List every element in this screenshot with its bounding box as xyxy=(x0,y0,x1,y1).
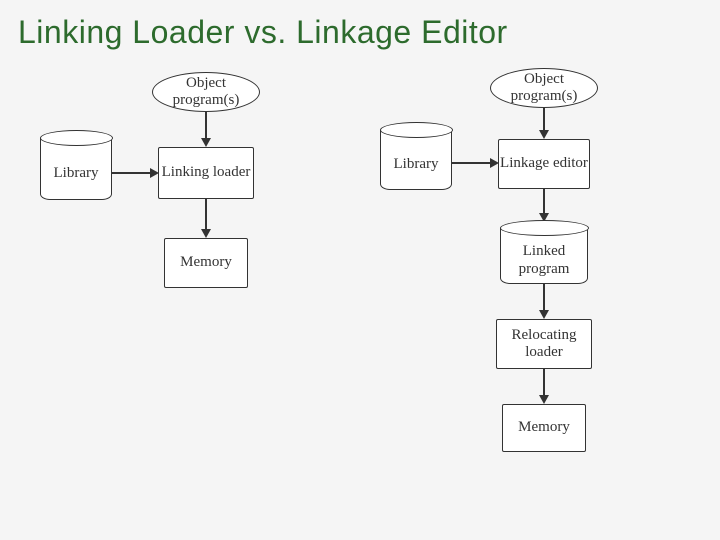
left-memory-label: Memory xyxy=(180,254,232,271)
left-object-oval: Object program(s) xyxy=(152,72,260,112)
right-arrow-obj-to-editor xyxy=(543,108,545,130)
right-memory-label: Memory xyxy=(518,419,570,436)
left-linking-loader-box: Linking loader xyxy=(158,147,254,199)
right-object-oval: Object program(s) xyxy=(490,68,598,108)
left-library-label: Library xyxy=(54,165,99,182)
left-arrowhead-loader-to-memory xyxy=(201,229,211,238)
right-arrow-linked-to-reloc xyxy=(543,284,545,310)
left-arrow-loader-to-memory xyxy=(205,199,207,229)
right-editor-label: Linkage editor xyxy=(500,155,588,172)
right-arrow-editor-to-linked xyxy=(543,189,545,213)
right-linked-label: Linked program xyxy=(501,243,587,278)
right-object-label: Object program(s) xyxy=(491,71,597,106)
right-library-label: Library xyxy=(394,156,439,173)
right-arrow-reloc-to-memory xyxy=(543,369,545,395)
page-title: Linking Loader vs. Linkage Editor xyxy=(0,0,720,51)
left-library-cylinder: Library xyxy=(40,138,112,200)
right-library-cylinder: Library xyxy=(380,130,452,190)
right-memory-box: Memory xyxy=(502,404,586,452)
right-relocating-loader-box: Relocating loader xyxy=(496,319,592,369)
right-linkage-editor-box: Linkage editor xyxy=(498,139,590,189)
right-reloc-label: Relocating loader xyxy=(497,327,591,362)
ghost-text-2 xyxy=(36,290,296,410)
left-arrowhead-obj-to-loader xyxy=(201,138,211,147)
right-arrow-lib-to-editor xyxy=(452,162,490,164)
right-linked-program-cylinder: Linked program xyxy=(500,228,588,284)
right-arrowhead-reloc-to-memory xyxy=(539,395,549,404)
left-arrow-obj-to-loader xyxy=(205,112,207,138)
left-memory-box: Memory xyxy=(164,238,248,288)
right-arrowhead-linked-to-reloc xyxy=(539,310,549,319)
left-loader-label: Linking loader xyxy=(162,164,251,181)
right-arrowhead-obj-to-editor xyxy=(539,130,549,139)
diagram-canvas: Object program(s) Library Linking loader… xyxy=(0,60,720,540)
left-object-label: Object program(s) xyxy=(153,75,259,110)
left-arrow-lib-to-loader xyxy=(112,172,150,174)
